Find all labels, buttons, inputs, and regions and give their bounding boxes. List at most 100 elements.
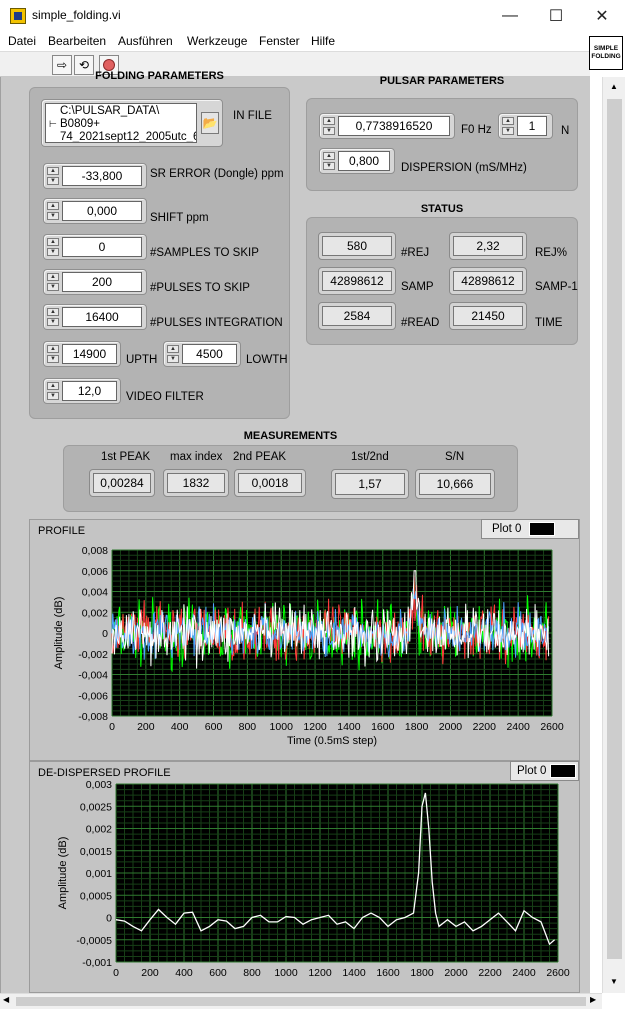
n-input[interactable]: 1: [517, 116, 547, 136]
dedispersed-chart-svg[interactable]: 0 200 400 600 800 1000 1200 1400 1600 1800 2000 220…: [30, 762, 581, 994]
horizontal-scroll-thumb[interactable]: [16, 997, 586, 1006]
video-filter-control[interactable]: ▲ ▼ 12,0: [43, 378, 121, 404]
sn-indicator: 10,666: [415, 469, 495, 499]
upth-control[interactable]: ▲ ▼ 14900: [43, 341, 121, 367]
rej-label: #REJ: [401, 247, 430, 259]
sn-label: S/N: [445, 451, 465, 463]
profile-xtick-label: 400: [171, 721, 189, 733]
samp1-label: SAMP-1: [535, 281, 578, 293]
pulses-skip-spinner[interactable]: ▲ ▼: [47, 273, 59, 291]
dedispersed-xtick-label: 400: [175, 967, 193, 979]
scroll-right-icon[interactable]: ▶: [590, 995, 596, 1004]
sr-error-spinner[interactable]: ▲ ▼: [47, 167, 59, 185]
vi-icon: SIMPLE FOLDING: [589, 36, 623, 70]
profile-xtick-label: 2000: [439, 721, 463, 733]
video-filter-spinner[interactable]: ▲ ▼: [47, 382, 59, 400]
upth-input[interactable]: 14900: [62, 344, 117, 364]
peak2-value: 0,0018: [238, 473, 302, 493]
profile-xtick-label: 200: [137, 721, 155, 733]
menu-bar: Datei Bearbeiten Ausführen Werkzeuge Fen…: [0, 31, 590, 51]
front-panel: FOLDING PARAMETERS ⊢ C:\PULSAR_DATA\ B08…: [0, 70, 590, 993]
pulses-skip-input[interactable]: 200: [62, 272, 142, 292]
samples-skip-input[interactable]: 0: [62, 237, 142, 257]
ratio-indicator: 1,57: [331, 469, 409, 499]
path-line-2: B0809+: [60, 118, 100, 130]
samples-skip-spinner[interactable]: ▲ ▼: [47, 238, 59, 256]
minimize-button[interactable]: —: [487, 0, 533, 31]
profile-xaxis-label: Time (0.5mS step): [287, 735, 377, 747]
profile-ytick-label: 0: [102, 628, 108, 640]
scroll-down-icon[interactable]: ▼: [610, 977, 618, 986]
dedispersed-yaxis-label: Amplitude (dB): [57, 837, 69, 910]
menu-hilfe[interactable]: Hilfe: [311, 34, 335, 48]
measurements-title: MEASUREMENTS: [243, 430, 338, 442]
lowth-input[interactable]: 4500: [182, 344, 237, 364]
in-file-path-field[interactable]: ⊢ C:\PULSAR_DATA\ B0809+ 74_2021sept12_2…: [45, 103, 197, 143]
dispersion-control[interactable]: ▲ ▼ 0,800: [319, 148, 395, 174]
pulses-skip-control[interactable]: ▲ ▼ 200: [43, 269, 147, 295]
dedispersed-chart: DE-DISPERSED PROFILE Plot 0 0 200 400 600 80…: [29, 761, 580, 993]
in-file-path-control[interactable]: ⊢ C:\PULSAR_DATA\ B0809+ 74_2021sept12_2…: [41, 99, 223, 147]
maxidx-indicator: 1832: [163, 469, 229, 497]
dispersion-spinner[interactable]: ▲ ▼: [323, 152, 335, 170]
vi-icon-line2: FOLDING: [591, 53, 621, 60]
rej-value: 580: [322, 236, 392, 256]
menu-fenster[interactable]: Fenster: [259, 34, 300, 48]
ratio-label: 1st/2nd: [351, 451, 389, 463]
dedispersed-xtick-label: 1600: [376, 967, 400, 979]
dedispersed-ytick-label: 0,001: [86, 868, 112, 880]
dedispersed-ytick-label: -0,0005: [76, 935, 112, 947]
menu-ausfuehren[interactable]: Ausführen: [118, 34, 173, 48]
sr-error-label: SR ERROR (Dongle) ppm: [150, 168, 284, 180]
f0-spinner[interactable]: ▲ ▼: [323, 117, 335, 135]
profile-xtick-label: 2400: [506, 721, 530, 733]
shift-control[interactable]: ▲ ▼ 0,000: [43, 198, 147, 224]
pulses-integration-input[interactable]: 16400: [62, 307, 142, 327]
samples-skip-label: #SAMPLES TO SKIP: [150, 247, 259, 259]
menu-bearbeiten[interactable]: Bearbeiten: [48, 34, 106, 48]
n-spinner[interactable]: ▲ ▼: [502, 117, 514, 135]
profile-xtick-label: 2600: [540, 721, 564, 733]
shift-spinner[interactable]: ▲ ▼: [47, 202, 59, 220]
close-button[interactable]: ✕: [579, 0, 625, 31]
scroll-left-icon[interactable]: ◀: [3, 995, 9, 1004]
dedispersed-xtick-label: 2000: [444, 967, 468, 979]
pulses-integration-control[interactable]: ▲ ▼ 16400: [43, 304, 147, 330]
profile-ytick-label: 0,002: [82, 607, 108, 619]
lowth-spinner[interactable]: ▲ ▼: [167, 345, 179, 363]
shift-input[interactable]: 0,000: [62, 201, 142, 221]
sr-error-control[interactable]: ▲ ▼ -33,800: [43, 163, 147, 189]
dedispersed-xtick-label: 800: [243, 967, 261, 979]
pulses-skip-label: #PULSES TO SKIP: [150, 282, 250, 294]
horizontal-scrollbar[interactable]: ◀ ▶: [0, 993, 602, 1009]
f0-input[interactable]: 0,7738916520: [338, 116, 450, 136]
read-label: #READ: [401, 317, 440, 329]
dedispersed-xtick-label: 2200: [478, 967, 502, 979]
path-line-1: C:\PULSAR_DATA\: [60, 105, 160, 117]
vertical-scroll-thumb[interactable]: [607, 99, 622, 959]
profile-xtick-label: 800: [239, 721, 257, 733]
browse-folder-icon[interactable]: 📂: [201, 112, 219, 134]
profile-xtick-label: 0: [109, 721, 115, 733]
path-tree-icon: ⊢: [49, 119, 57, 129]
dedispersed-ytick-label: 0,003: [86, 779, 112, 791]
menu-werkzeuge[interactable]: Werkzeuge: [187, 34, 247, 48]
scroll-up-icon[interactable]: ▲: [610, 82, 618, 91]
sr-error-input[interactable]: -33,800: [62, 166, 142, 186]
video-filter-input[interactable]: 12,0: [62, 381, 117, 401]
profile-chart-svg[interactable]: 0 200 400 600 800 1000 1200 1400 1600 1800 2000 220…: [30, 520, 581, 762]
f0-label: F0 Hz: [461, 124, 492, 136]
upth-spinner[interactable]: ▲ ▼: [47, 345, 59, 363]
maximize-button[interactable]: ☐: [533, 0, 579, 31]
peak1-label: 1st PEAK: [101, 451, 151, 463]
profile-xtick-label: 600: [205, 721, 223, 733]
n-control[interactable]: ▲ ▼ 1: [498, 113, 553, 139]
samp-label: SAMP: [401, 281, 434, 293]
pulses-integration-spinner[interactable]: ▲ ▼: [47, 308, 59, 326]
lowth-control[interactable]: ▲ ▼ 4500: [163, 341, 241, 367]
samples-skip-control[interactable]: ▲ ▼ 0: [43, 234, 147, 260]
dispersion-input[interactable]: 0,800: [338, 151, 390, 171]
menu-datei[interactable]: Datei: [8, 34, 36, 48]
vertical-scrollbar[interactable]: ▲ ▼: [602, 77, 625, 993]
f0-control[interactable]: ▲ ▼ 0,7738916520: [319, 113, 455, 139]
